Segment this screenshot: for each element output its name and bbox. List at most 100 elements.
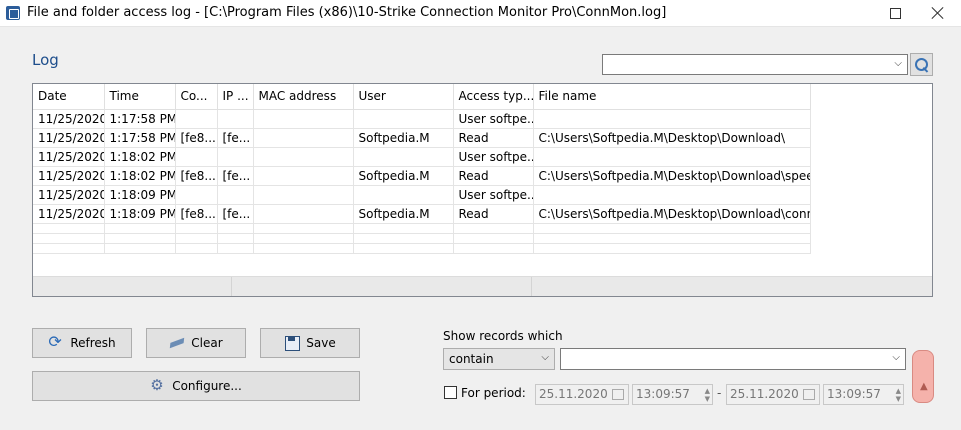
search-combo[interactable]: ⌵ — [602, 54, 908, 75]
cell-mac — [253, 109, 354, 129]
from-date-picker[interactable]: 25.11.2020 — [535, 384, 629, 405]
cell-ip — [217, 147, 254, 167]
empty-row — [33, 223, 811, 234]
gears-icon — [150, 376, 166, 394]
cell-access-type: Read — [453, 128, 534, 148]
column-header-file-name[interactable]: File name — [533, 84, 811, 110]
table-row[interactable]: 11/25/2020 1:18:09 PM User softpe... — [33, 185, 811, 205]
chevron-down-icon: ⌵ — [541, 352, 549, 363]
to-date-picker[interactable]: 25.11.2020 — [726, 384, 820, 405]
column-header-mac[interactable]: MAC address — [253, 84, 354, 110]
cell-ip: [fe... — [217, 128, 254, 148]
search-button[interactable] — [910, 53, 933, 76]
filter-mode-select[interactable]: contain ⌵ — [443, 348, 555, 370]
cell-time: 1:18:09 PM — [104, 204, 176, 224]
table-row[interactable]: 11/25/2020 1:18:02 PM User softpe... — [33, 147, 811, 167]
calendar-icon — [612, 389, 624, 400]
refresh-label: Refresh — [70, 336, 116, 350]
log-heading: Log — [32, 51, 59, 69]
column-header-ip[interactable]: IP ... — [217, 84, 254, 110]
table-row[interactable]: 11/25/2020 1:17:58 PM User softpe... — [33, 109, 811, 129]
table-row[interactable]: 11/25/2020 1:17:58 PM [fe8... [fe... Softped… — [33, 128, 811, 148]
configure-button[interactable]: Configure... — [32, 371, 360, 401]
for-period-label: For period: — [461, 386, 526, 400]
cell-file-name — [533, 109, 811, 129]
column-header-time[interactable]: Time — [104, 84, 176, 110]
log-table[interactable]: Date Time Co... IP ... MAC address User … — [32, 83, 933, 297]
close-button[interactable] — [915, 0, 961, 26]
cell-access-type: User softpe... — [453, 185, 534, 205]
cell-ip: [fe... — [217, 166, 254, 186]
cell-file-name: C:\Users\Softpedia.M\Desktop\Download\ — [533, 128, 811, 148]
cell-date: 11/25/2020 — [33, 147, 105, 167]
cell-mac — [253, 128, 354, 148]
column-header-date[interactable]: Date — [33, 84, 105, 110]
chevron-down-icon[interactable]: ⌵ — [892, 352, 900, 363]
cell-time: 1:17:58 PM — [104, 128, 176, 148]
cell-ip: [fe... — [217, 204, 254, 224]
cell-computer — [175, 185, 218, 205]
cell-computer: [fe8... — [175, 128, 218, 148]
app-icon — [6, 6, 20, 20]
cell-time: 1:17:58 PM — [104, 109, 176, 129]
cell-file-name — [533, 147, 811, 167]
footer-separator — [531, 277, 532, 296]
cell-user: Softpedia.M — [353, 204, 454, 224]
table-row[interactable]: 11/25/2020 1:18:02 PM [fe8... [fe... Softped… — [33, 166, 811, 186]
cell-computer — [175, 147, 218, 167]
floppy-disk-icon — [284, 335, 301, 351]
maximize-icon — [889, 7, 901, 19]
refresh-button[interactable]: Refresh — [32, 328, 132, 358]
spinner-arrows-icon[interactable]: ▲ ▼ — [896, 387, 901, 403]
from-date-value: 25.11.2020 — [539, 387, 608, 401]
for-period-checkbox[interactable] — [444, 386, 457, 399]
cell-user — [353, 109, 454, 129]
cell-file-name: C:\Users\Softpedia.M\Desktop\Download\co… — [533, 204, 811, 224]
cell-computer: [fe8... — [175, 204, 218, 224]
cell-date: 11/25/2020 — [33, 204, 105, 224]
calendar-icon — [803, 389, 815, 400]
filter-mode-value: contain — [449, 352, 494, 366]
to-date-value: 25.11.2020 — [730, 387, 799, 401]
table-header-row: Date Time Co... IP ... MAC address User … — [33, 84, 811, 110]
apply-filter-button[interactable]: ▲ — [912, 350, 934, 403]
empty-row — [33, 233, 811, 244]
cell-mac — [253, 166, 354, 186]
spinner-arrows-icon[interactable]: ▲ ▼ — [705, 387, 710, 403]
cell-user: Softpedia.M — [353, 128, 454, 148]
cell-mac — [253, 204, 354, 224]
cell-date: 11/25/2020 — [33, 166, 105, 186]
footer-separator — [231, 277, 232, 296]
from-time-spinner[interactable]: 13:09:57 ▲ ▼ — [632, 384, 713, 405]
cell-user — [353, 147, 454, 167]
to-time-spinner[interactable]: 13:09:57 ▲ ▼ — [823, 384, 904, 405]
chevron-down-icon[interactable]: ⌵ — [894, 58, 902, 69]
cell-time: 1:18:02 PM — [104, 147, 176, 167]
cell-user — [353, 185, 454, 205]
cell-ip — [217, 109, 254, 129]
cell-mac — [253, 147, 354, 167]
cell-file-name — [533, 185, 811, 205]
show-records-label: Show records which — [443, 329, 563, 343]
maximize-button[interactable] — [872, 0, 918, 26]
column-header-user[interactable]: User — [353, 84, 454, 110]
table-row[interactable]: 11/25/2020 1:18:09 PM [fe8... [fe... Softped… — [33, 204, 811, 224]
column-header-access-type[interactable]: Access typ... — [453, 84, 534, 110]
search-icon — [914, 57, 929, 72]
save-button[interactable]: Save — [260, 328, 360, 358]
filter-text-combo[interactable]: ⌵ — [560, 348, 906, 370]
cell-time: 1:18:02 PM — [104, 166, 176, 186]
cell-access-type: User softpe... — [453, 147, 534, 167]
clear-label: Clear — [191, 336, 223, 350]
cell-date: 11/25/2020 — [33, 128, 105, 148]
from-time-value: 13:09:57 — [636, 387, 690, 401]
period-separator: - — [717, 386, 722, 400]
cell-access-type: Read — [453, 166, 534, 186]
arrow-icon: ▲ — [920, 381, 928, 392]
column-header-computer[interactable]: Co... — [175, 84, 218, 110]
to-time-value: 13:09:57 — [827, 387, 881, 401]
cell-ip — [217, 185, 254, 205]
clear-button[interactable]: Clear — [146, 328, 246, 358]
save-label: Save — [306, 336, 336, 350]
cell-mac — [253, 185, 354, 205]
